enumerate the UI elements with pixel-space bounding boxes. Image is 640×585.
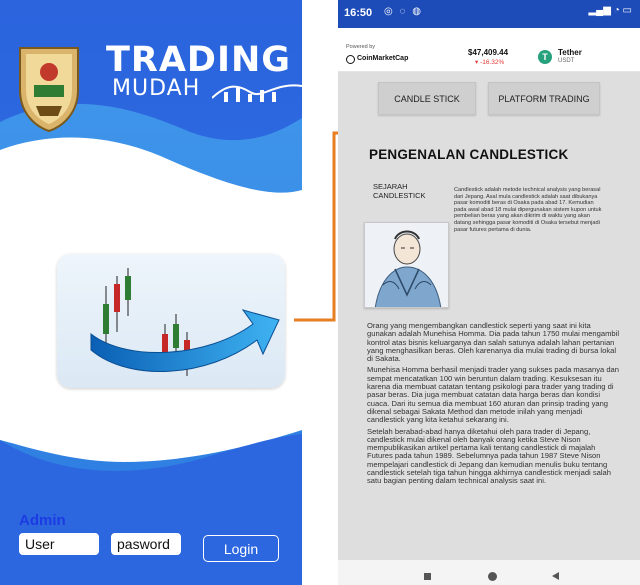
btc-price: $47,409.44	[468, 48, 509, 57]
crypto-ticker-bar: Powered by CoinMarketCap $47,409.44 ▾ -1…	[338, 28, 640, 72]
article-body: Orang yang mengembangkan candlestick sep…	[367, 321, 621, 489]
status-time: 16:50	[344, 7, 373, 19]
intro-paragraph: Candlestick adalah metode technical anal…	[454, 187, 602, 233]
candlestick-arrow-illustration	[90, 268, 280, 376]
storyboard-canvas: TRADING MUDAH Admin User pasword Login 1…	[0, 0, 640, 585]
status-bar: 16:50 ◎ ◌ ◍ ▂▄▆ ◔ ▭	[338, 0, 640, 28]
article-content[interactable]: CANDLE STICK PLATFORM TRADING PENGENALAN…	[338, 72, 640, 560]
history-sub-heading: SEJARAH CANDLESTICK	[373, 182, 426, 200]
coinmarketcap-icon	[346, 55, 355, 64]
coin-name: Tether	[558, 48, 582, 57]
provider-name: CoinMarketCap	[357, 55, 409, 62]
home-icon[interactable]	[488, 572, 497, 581]
candle-stick-button[interactable]: CANDLE STICK	[378, 82, 476, 115]
login-screen: TRADING MUDAH Admin User pasword Login	[0, 0, 302, 585]
article-screen: 16:50 ◎ ◌ ◍ ▂▄▆ ◔ ▭ Powered by CoinMarke…	[338, 0, 640, 585]
price-change: ▾ -16.32%	[475, 59, 505, 66]
powered-by-label: Powered by	[346, 44, 376, 50]
article-title: PENGENALAN CANDLESTICK	[369, 147, 569, 162]
article-paragraph: Orang yang mengembangkan candlestick sep…	[367, 321, 620, 364]
article-paragraph: Munehisa Homma berhasil menjadi trader y…	[367, 365, 619, 425]
chart-wave-icon	[212, 84, 302, 102]
munehisa-homma-portrait	[364, 222, 449, 308]
hero-illustration-card	[57, 254, 285, 388]
recent-apps-icon[interactable]	[424, 573, 431, 580]
article-paragraph: Setelah berabad-abad hanya diketahui ole…	[367, 426, 611, 486]
brand-title: TRADING	[106, 40, 292, 80]
network-battery-icons: ▂▄▆ ◔ ▭	[588, 5, 632, 16]
tether-icon: T	[538, 50, 552, 64]
platform-trading-button[interactable]: PLATFORM TRADING	[488, 82, 600, 115]
admin-label: Admin	[19, 512, 66, 529]
brand-subtitle: MUDAH	[112, 76, 201, 101]
coin-ticker: USDT	[558, 58, 575, 64]
username-field[interactable]: User	[19, 533, 99, 555]
notification-icons: ◎ ◌ ◍	[384, 6, 423, 17]
password-field[interactable]: pasword	[111, 533, 181, 555]
back-icon[interactable]	[552, 572, 559, 580]
university-crest-logo	[19, 47, 79, 132]
login-button[interactable]: Login	[203, 535, 279, 562]
